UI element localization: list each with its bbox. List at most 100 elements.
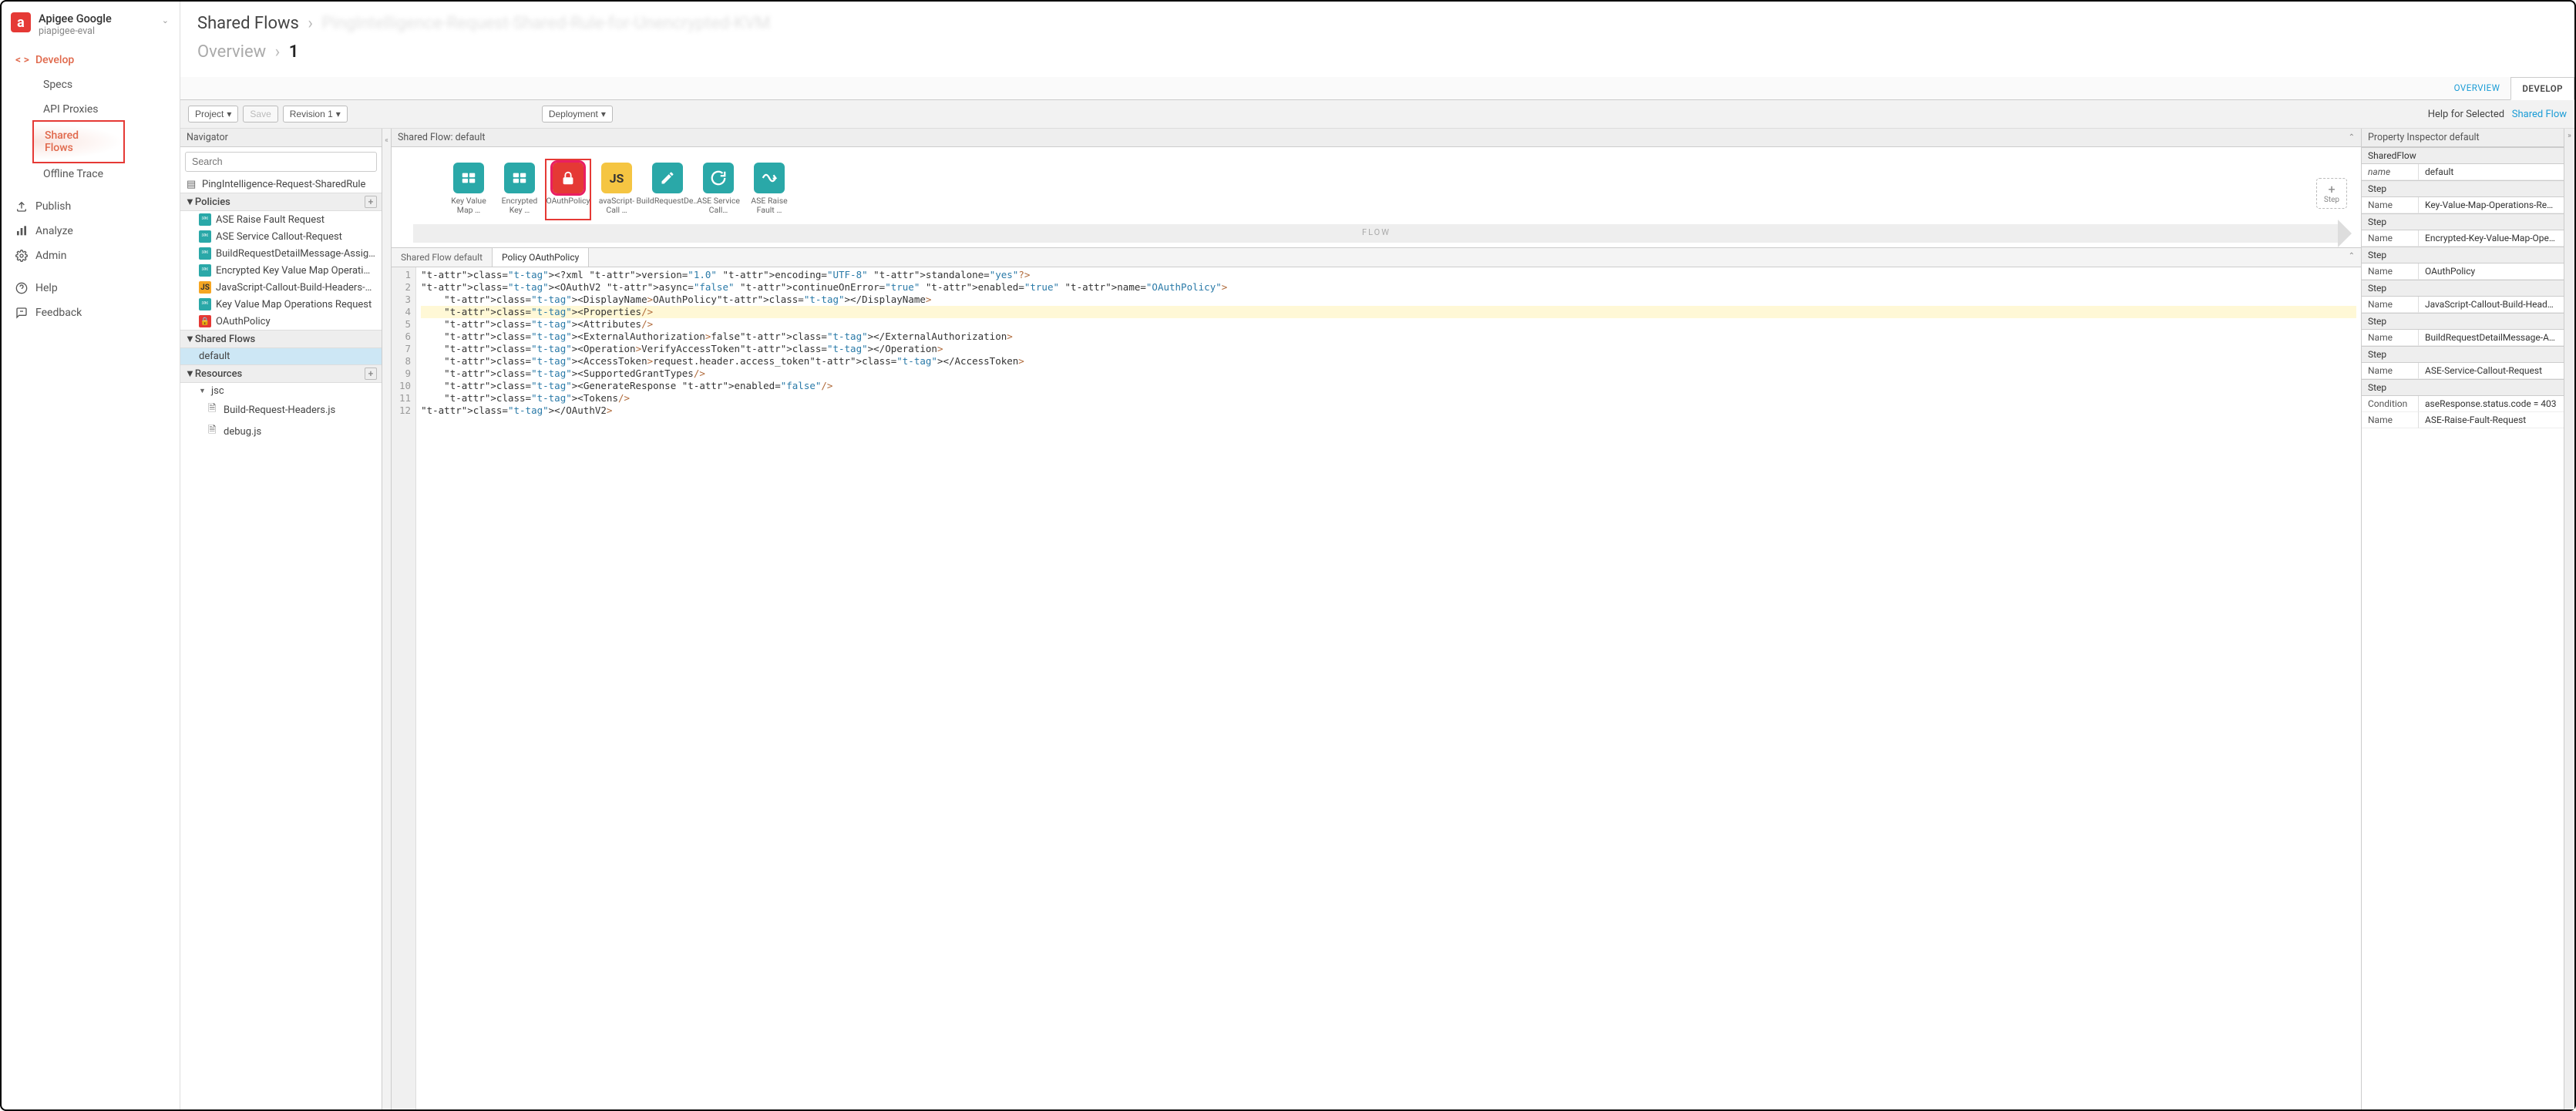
apigee-logo-icon: a [11,12,31,32]
flow-label: FLOW [1362,227,1391,237]
flow-step[interactable]: OAuthPolicy [546,160,590,219]
chevron-right-icon: › [308,14,313,33]
nav-offline-trace[interactable]: Offline Trace [2,162,180,186]
inspector-section: SharedFlow [2362,147,2564,164]
nav-api-proxies[interactable]: API Proxies [2,97,180,122]
inspector-row: NameASE-Service-Callout-Request [2362,363,2564,379]
upload-icon [15,200,31,213]
resource-folder[interactable]: ▼ jsc [180,383,382,399]
breadcrumb-overview[interactable]: Overview [197,42,266,62]
policy-item[interactable]: 🔒OAuthPolicy [180,313,382,330]
lock-icon: 🔒 [199,315,211,327]
lock-icon [553,163,583,193]
nav-admin[interactable]: Admin [2,243,180,268]
flow-step[interactable]: ASE Service Call… [697,163,740,216]
policy-item[interactable]: ⎃ASE Raise Fault Request [180,211,382,228]
org-env: piapigee-eval [39,25,166,37]
inspector-header: Property Inspector default [2362,129,2564,147]
save-button[interactable]: Save [243,106,277,123]
nav-feedback[interactable]: Feedback [2,300,180,325]
caret-down-icon: ▼ [185,368,195,380]
tree-section-policies[interactable]: ▼ Policies + [180,193,382,211]
feedback-icon [15,307,31,319]
editor-tab-policy[interactable]: Policy OAuthPolicy [493,248,589,267]
flow-step[interactable]: ASE Raise Fault … [748,163,791,216]
nav-specs[interactable]: Specs [2,72,180,97]
collapse-canvas-icon[interactable]: ⌃ [2349,133,2355,142]
fault-icon [754,163,785,193]
sharedflow-item[interactable]: default [180,348,382,364]
revision-menu-button[interactable]: Revision 1 ▾ [283,106,348,123]
editor-tab-sharedflow[interactable]: Shared Flow default [392,248,493,267]
flow-step[interactable]: BuildRequestDe… [646,163,689,216]
js-icon: JS [199,281,211,294]
nav-publish[interactable]: Publish [2,194,180,219]
resource-file[interactable]: 🗎 debug.js [180,421,382,442]
main: Shared Flows › PingIntelligence-Request-… [180,2,2574,1109]
add-step-button[interactable]: + Step [2316,178,2347,209]
add-policy-button[interactable]: + [365,196,377,208]
caret-down-icon: ▼ [185,196,195,208]
search-input[interactable] [185,152,377,172]
caret-down-icon: ▾ [227,109,231,119]
breadcrumb-revision: 1 [289,42,299,62]
nav-help[interactable]: Help [2,276,180,300]
project-menu-button[interactable]: Project ▾ [188,106,238,123]
policy-item[interactable]: ⎃BuildRequestDetailMessage-Assig… [180,245,382,262]
flow-step[interactable]: Key Value Map … [447,163,490,216]
caret-down-icon: ▾ [336,109,341,119]
caret-down-icon: ▾ [601,109,606,119]
inspector-row: ConditionaseResponse.status.code = 403 [2362,396,2564,412]
policy-item[interactable]: ⎃ASE Service Callout-Request [180,228,382,245]
resource-file[interactable]: 🗎 Build-Request-Headers.js [180,399,382,421]
nav-analyze[interactable]: Analyze [2,219,180,243]
editor-tabs: Shared Flow default Policy OAuthPolicy ⌃ [392,247,2361,267]
chevron-right-icon: › [275,42,281,62]
inspector-step-header: Step [2362,180,2564,197]
tutorial-highlight: Shared Flows [32,120,125,163]
caret-down-icon: ▼ [185,333,195,345]
edit-icon [652,163,683,193]
view-tabs: OVERVIEW DEVELOP [180,77,2574,100]
policy-item[interactable]: ⎃Encrypted Key Value Map Operati… [180,262,382,279]
collapse-navigator-button[interactable]: « [382,129,392,1109]
policy-item[interactable]: JSJavaScript-Callout-Build-Headers-… [180,279,382,296]
policy-icon: ⎃ [199,247,211,260]
tab-develop[interactable]: DEVELOP [2510,77,2574,100]
policy-item[interactable]: ⎃Key Value Map Operations Request [180,296,382,313]
breadcrumb-root[interactable]: Shared Flows [197,14,299,33]
nav-shared-flows[interactable]: Shared Flows [34,123,123,160]
flow-step-label: ASE Raise Fault … [748,196,791,216]
tab-overview[interactable]: OVERVIEW [2443,77,2511,99]
deployment-menu-button[interactable]: Deployment ▾ [542,106,613,123]
help-link[interactable]: Shared Flow [2512,109,2567,120]
flow-canvas: Key Value Map … Encrypted Key …OAuthPolic… [392,147,2361,247]
code-icon: < > [15,54,31,66]
flow-step-label: Key Value Map … [447,196,490,216]
help-icon [15,282,31,294]
breadcrumb-leaf: PingIntelligence-Request-Shared-Rule-for… [321,14,770,33]
inspector-row: NameASE-Raise-Fault-Request [2362,412,2564,428]
policy-icon: ⎃ [199,264,211,277]
add-resource-button[interactable]: + [365,368,377,380]
inspector-row: NameEncrypted-Key-Value-Map-Operations [2362,230,2564,247]
nav-develop[interactable]: < > Develop [2,48,180,72]
canvas-header: Shared Flow: default ⌃ [392,129,2361,147]
inspector-step-header: Step [2362,213,2564,230]
expand-inspector-button[interactable]: » [2564,129,2574,1109]
tree-section-resources[interactable]: ▼ Resources + [180,364,382,383]
analytics-icon [15,225,31,237]
policy-icon: ⎃ [199,298,211,310]
flow-step[interactable]: Encrypted Key … [498,163,541,216]
collapse-editor-icon[interactable]: ⌃ [2342,248,2361,267]
code-editor[interactable]: 123456789101112 "t-attr">class="t-tag"><… [392,267,2361,1109]
org-name: Apigee Google [39,12,166,25]
tree-section-sharedflows[interactable]: ▼ Shared Flows [180,330,382,348]
org-switcher[interactable]: a Apigee Google piapigee-eval ⌄ [2,2,180,45]
tree-root[interactable]: ▤ PingIntelligence-Request-SharedRule [180,176,382,193]
center-panel: Shared Flow: default ⌃ Key Value Map … En… [392,129,2362,1109]
flow-arrow: FLOW [413,224,2339,243]
toolbar: Project ▾ Save Revision 1 ▾ Deployment ▾… [180,100,2574,129]
inspector-row: NameKey-Value-Map-Operations-Request [2362,197,2564,213]
flow-step[interactable]: JSavaScript-Call … [595,163,638,216]
